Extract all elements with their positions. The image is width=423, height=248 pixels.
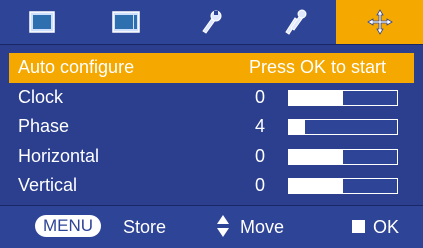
tab-tools[interactable] — [252, 0, 336, 44]
slider-fill — [289, 90, 343, 105]
menu-item-value: 4 — [255, 116, 266, 137]
move-hint-label: Move — [240, 217, 285, 237]
vertical-slider[interactable] — [288, 178, 398, 194]
menu-item-value: 0 — [255, 145, 266, 166]
slider-fill — [289, 179, 343, 193]
menu-key-badge: MENU — [35, 215, 102, 237]
menu-item-value: Press OK to start — [249, 57, 387, 78]
wrench-icon — [202, 10, 222, 34]
menu-list: Auto configure Press OK to start Clock 0… — [9, 53, 414, 201]
tab-position[interactable] — [336, 0, 423, 44]
menu-item-value: 0 — [255, 86, 266, 107]
ok-square-icon — [352, 220, 365, 233]
ok-hint-label: OK — [373, 217, 400, 237]
menu-item-value: 0 — [255, 175, 266, 196]
menu-item-label: Horizontal — [18, 145, 100, 166]
clock-slider[interactable] — [288, 89, 398, 106]
menu-item-clock[interactable]: Clock 0 — [9, 83, 414, 113]
menu-item-vertical[interactable]: Vertical 0 — [9, 171, 414, 201]
osd-menu: Auto configure Press OK to start Clock 0… — [0, 0, 423, 248]
tools-icon — [285, 9, 307, 35]
store-hint-label: Store — [123, 217, 167, 237]
menu-item-label: Vertical — [18, 175, 78, 196]
picture-icon — [29, 11, 55, 33]
menu-item-label: Phase — [18, 116, 70, 137]
slider-fill — [289, 120, 306, 134]
menu-item-horizontal[interactable]: Horizontal 0 — [9, 142, 414, 172]
footer-hints: MENU Store Move OK — [0, 205, 423, 248]
slider-fill — [289, 149, 343, 164]
menu-item-phase[interactable]: Phase 4 — [9, 112, 414, 142]
menu-item-label: Auto configure — [18, 57, 135, 78]
phase-slider[interactable] — [288, 119, 398, 135]
tab-bar — [0, 0, 423, 45]
tab-picture[interactable] — [0, 0, 84, 44]
screen-icon — [112, 11, 140, 33]
menu-item-label: Clock — [18, 86, 64, 107]
horizontal-slider[interactable] — [288, 148, 398, 165]
tab-wrench[interactable] — [168, 0, 252, 44]
position-arrows-icon — [366, 9, 393, 35]
up-down-arrow-icon — [217, 215, 229, 237]
tab-screen[interactable] — [84, 0, 168, 44]
menu-item-auto-configure[interactable]: Auto configure Press OK to start — [9, 53, 414, 83]
